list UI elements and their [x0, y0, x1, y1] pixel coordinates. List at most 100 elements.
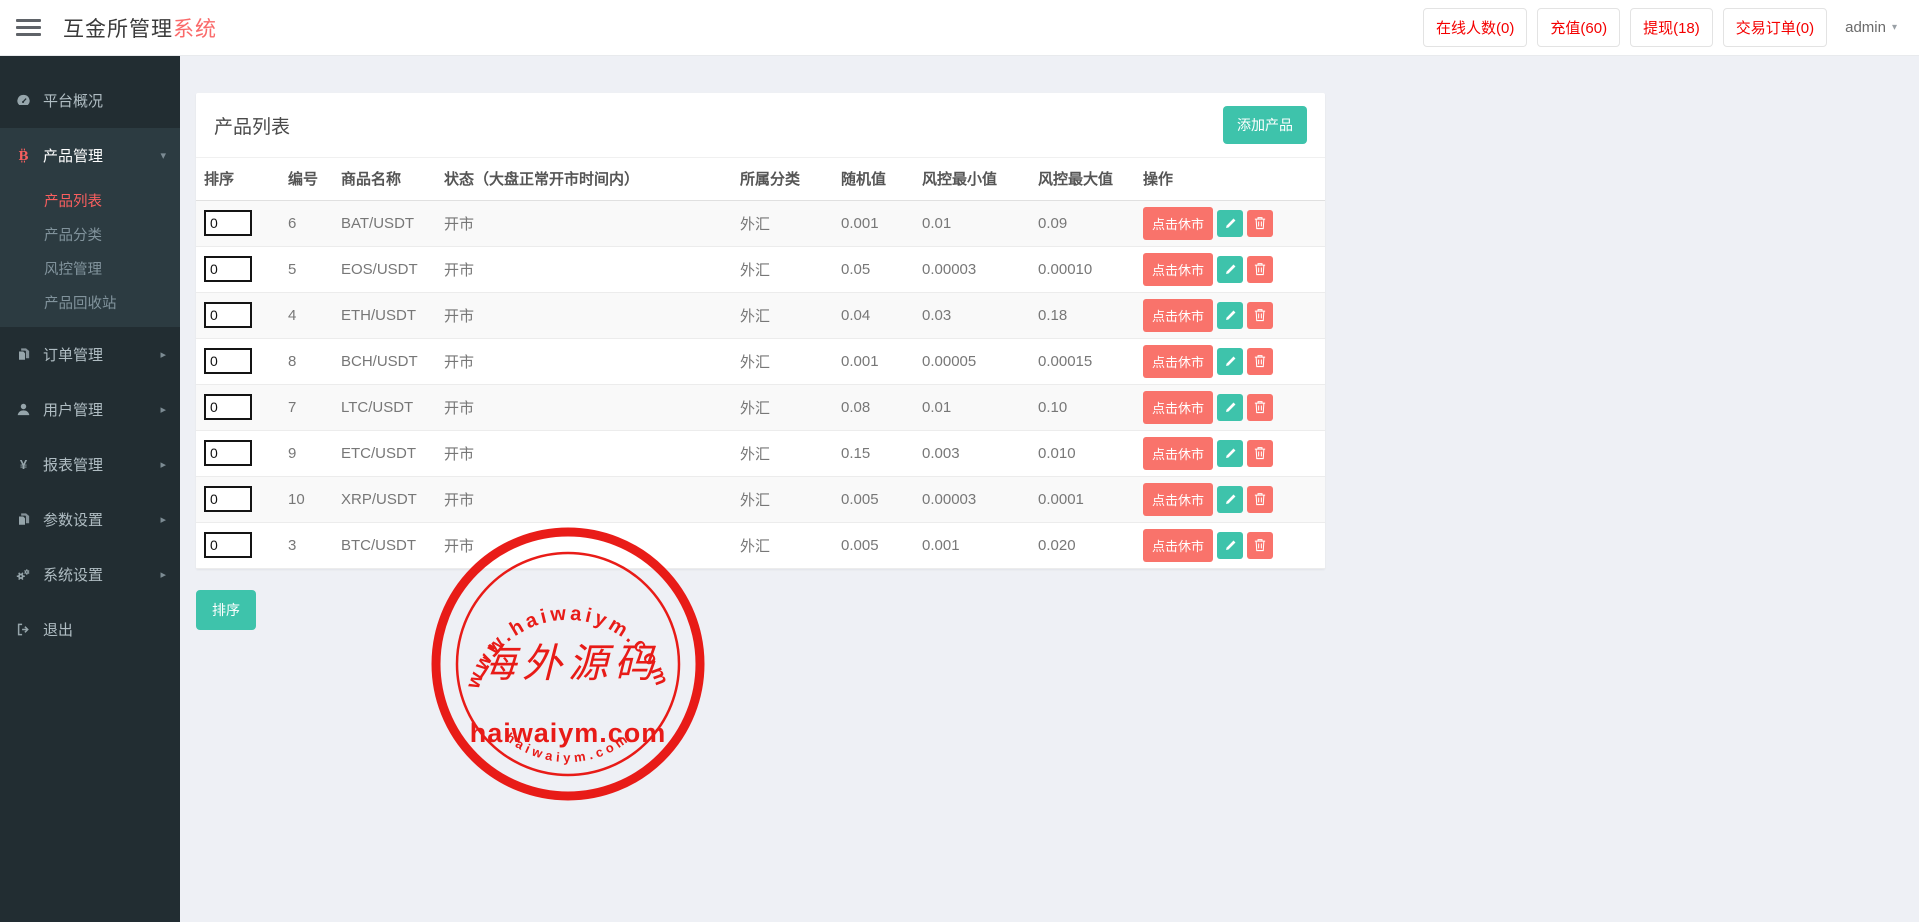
table-row: 10XRP/USDT开市外汇0.0050.000030.0001点击休市: [196, 476, 1325, 522]
delete-button[interactable]: [1247, 394, 1273, 421]
pencil-icon: [1224, 539, 1237, 552]
edit-button[interactable]: [1217, 302, 1243, 329]
sort-input[interactable]: [204, 394, 252, 420]
chevron-right-icon: ▸: [160, 403, 166, 416]
sort-button[interactable]: 排序: [196, 590, 256, 630]
chevron-right-icon: ▸: [160, 348, 166, 361]
header-stat-button[interactable]: 在线人数(0): [1423, 8, 1527, 47]
top-header: 互金所管理系统 在线人数(0) 充值(60) 提现(18) 交易订单(0) admin…: [0, 0, 1919, 56]
sidebar-item-logout[interactable]: 退出: [0, 602, 180, 657]
table-row: 5EOS/USDT开市外汇0.050.000030.00010点击休市: [196, 246, 1325, 292]
sidebar-subitem-product-recycle[interactable]: 产品回收站: [0, 285, 180, 319]
sort-input[interactable]: [204, 256, 252, 282]
product-list-card: 产品列表 添加产品 排序编号商品名称状态（大盘正常开市时间内）所属分类随机值风控…: [196, 93, 1325, 569]
sidebar-subitem-product-list[interactable]: 产品列表: [0, 183, 180, 217]
sort-cell: [196, 246, 288, 292]
hamburger-menu-icon[interactable]: [16, 19, 41, 36]
table-body: 6BAT/USDT开市外汇0.0010.010.09点击休市5EOS/USDT开…: [196, 200, 1325, 568]
delete-button[interactable]: [1247, 348, 1273, 375]
status-cell: 开市: [444, 292, 740, 338]
sidebar-subitem-risk-control[interactable]: 风控管理: [0, 251, 180, 285]
edit-button[interactable]: [1217, 532, 1243, 559]
close-market-button[interactable]: 点击休市: [1143, 483, 1213, 516]
actions-group: 点击休市: [1143, 207, 1325, 240]
id-cell: 7: [288, 384, 341, 430]
sidebar-item-label: 系统设置: [43, 564, 103, 585]
trash-icon: [1254, 492, 1266, 506]
edit-button[interactable]: [1217, 210, 1243, 237]
column-header: 风控最小值: [922, 158, 1038, 200]
close-market-button[interactable]: 点击休市: [1143, 437, 1213, 470]
sidebar-submenu: 产品列表产品分类风控管理产品回收站: [0, 183, 180, 327]
sidebar-item-products[interactable]: B产品管理▾: [0, 128, 180, 183]
header-stat-button[interactable]: 提现(18): [1630, 8, 1713, 47]
random-value-cell: 0.15: [841, 430, 922, 476]
trash-icon: [1254, 354, 1266, 368]
close-market-button[interactable]: 点击休市: [1143, 207, 1213, 240]
sidebar-item-params[interactable]: 参数设置▸: [0, 492, 180, 547]
random-value-cell: 0.04: [841, 292, 922, 338]
add-product-button[interactable]: 添加产品: [1223, 106, 1307, 144]
content-area: 产品列表 添加产品 排序编号商品名称状态（大盘正常开市时间内）所属分类随机值风控…: [180, 56, 1919, 922]
close-market-button[interactable]: 点击休市: [1143, 299, 1213, 332]
app-title: 互金所管理系统: [63, 13, 217, 43]
pencil-icon: [1224, 401, 1237, 414]
sidebar-item-orders[interactable]: 订单管理▸: [0, 327, 180, 382]
close-market-button[interactable]: 点击休市: [1143, 391, 1213, 424]
close-market-button[interactable]: 点击休市: [1143, 345, 1213, 378]
sort-input[interactable]: [204, 486, 252, 512]
category-cell: 外汇: [740, 430, 841, 476]
id-cell: 9: [288, 430, 341, 476]
chevron-right-icon: ▸: [160, 513, 166, 526]
status-cell: 开市: [444, 338, 740, 384]
sort-input[interactable]: [204, 440, 252, 466]
delete-button[interactable]: [1247, 486, 1273, 513]
sidebar-subitem-product-category[interactable]: 产品分类: [0, 217, 180, 251]
table-row: 9ETC/USDT开市外汇0.150.0030.010点击休市: [196, 430, 1325, 476]
sort-input[interactable]: [204, 348, 252, 374]
chevron-right-icon: ▸: [160, 568, 166, 581]
sidebar-item-system[interactable]: 系统设置 ▸: [0, 547, 180, 602]
sort-input[interactable]: [204, 302, 252, 328]
sidebar-item-dashboard[interactable]: 平台概况: [0, 73, 180, 128]
column-header: 随机值: [841, 158, 922, 200]
sidebar-item-users[interactable]: 用户管理▸: [0, 382, 180, 437]
admin-dropdown[interactable]: admin ▾: [1837, 11, 1905, 44]
stamp-inner-circle: [457, 553, 679, 775]
header-right: 在线人数(0) 充值(60) 提现(18) 交易订单(0) admin ▾: [1423, 8, 1919, 47]
id-cell: 6: [288, 200, 341, 246]
status-cell: 开市: [444, 430, 740, 476]
random-value-cell: 0.08: [841, 384, 922, 430]
sidebar-item-reports[interactable]: ¥报表管理▸: [0, 437, 180, 492]
sort-input[interactable]: [204, 210, 252, 236]
edit-button[interactable]: [1217, 394, 1243, 421]
header-stat-button[interactable]: 充值(60): [1537, 8, 1620, 47]
category-cell: 外汇: [740, 384, 841, 430]
delete-button[interactable]: [1247, 256, 1273, 283]
column-header: 操作: [1143, 158, 1325, 200]
edit-button[interactable]: [1217, 348, 1243, 375]
trash-icon: [1254, 262, 1266, 276]
close-market-button[interactable]: 点击休市: [1143, 253, 1213, 286]
column-header: 编号: [288, 158, 341, 200]
delete-button[interactable]: [1247, 532, 1273, 559]
edit-button[interactable]: [1217, 486, 1243, 513]
actions-group: 点击休市: [1143, 391, 1325, 424]
risk-min-cell: 0.01: [922, 384, 1038, 430]
pencil-icon: [1224, 447, 1237, 460]
actions-cell: 点击休市: [1143, 430, 1325, 476]
risk-max-cell: 0.18: [1038, 292, 1143, 338]
edit-button[interactable]: [1217, 256, 1243, 283]
edit-button[interactable]: [1217, 440, 1243, 467]
svg-text:B: B: [18, 149, 28, 163]
header-stat-button[interactable]: 交易订单(0): [1723, 8, 1827, 47]
column-header: 商品名称: [341, 158, 444, 200]
sort-input[interactable]: [204, 532, 252, 558]
pencil-icon: [1224, 309, 1237, 322]
actions-group: 点击休市: [1143, 483, 1325, 516]
delete-button[interactable]: [1247, 440, 1273, 467]
delete-button[interactable]: [1247, 210, 1273, 237]
close-market-button[interactable]: 点击休市: [1143, 529, 1213, 562]
actions-cell: 点击休市: [1143, 246, 1325, 292]
delete-button[interactable]: [1247, 302, 1273, 329]
